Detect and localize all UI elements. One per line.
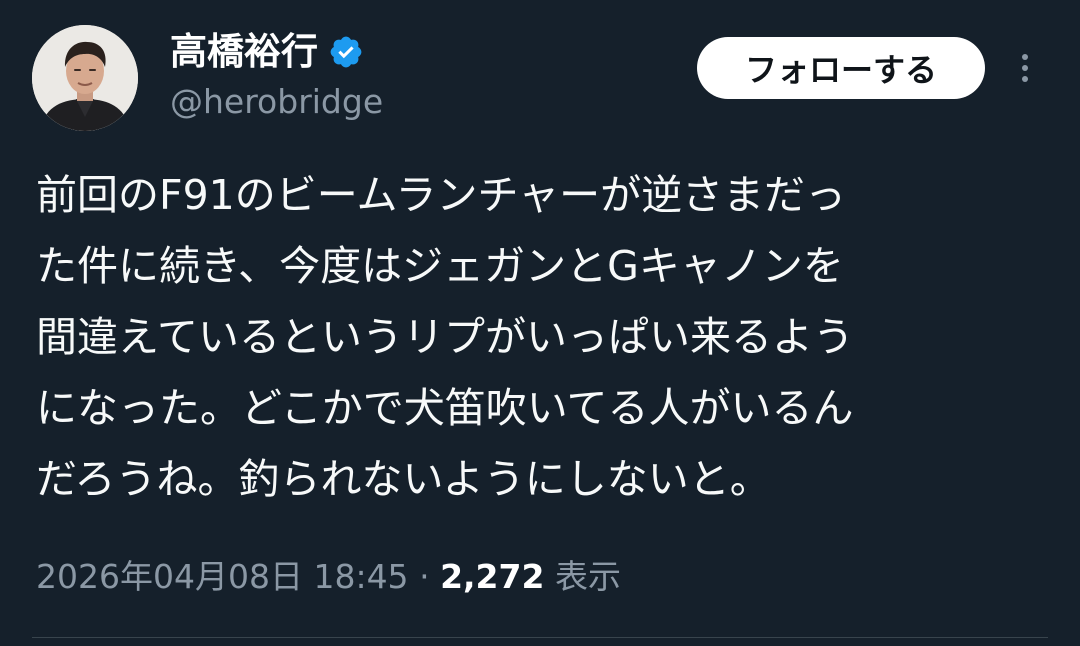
meta-separator: · xyxy=(419,557,430,596)
tweet-text-line: た件に続き、今度はジェガンとGキャノンを xyxy=(36,242,844,290)
user-avatar-photo xyxy=(32,25,138,131)
more-vertical-icon[interactable] xyxy=(1010,48,1040,88)
views-count[interactable]: 2,272 xyxy=(440,557,544,596)
tweet-text-line: になった。どこかで犬笛吹いてる人がいるん xyxy=(36,384,854,432)
tweet-text-line: 間違えているというリプがいっぱい来るよう xyxy=(36,313,854,361)
tweet-card: 高橋裕行 @herobridge フォローする 前回のF91のビームランチャーが… xyxy=(0,0,1080,646)
verified-badge-icon[interactable] xyxy=(328,34,364,70)
author-display-name[interactable]: 高橋裕行 xyxy=(170,30,318,74)
views-label: 表示 xyxy=(554,557,621,596)
avatar[interactable] xyxy=(32,25,138,131)
author-handle[interactable]: @herobridge xyxy=(170,82,383,122)
tweet-text-line: 前回のF91のビームランチャーが逆さまだっ xyxy=(36,171,847,219)
tweet-text-line: だろうね。釣られないようにしないと。 xyxy=(36,455,771,503)
tweet-timestamp[interactable]: 2026年04月08日 18:45 xyxy=(36,557,409,596)
tweet-meta: 2026年04月08日 18:45 · 2,272 表示 xyxy=(36,555,621,599)
author-name-row[interactable]: 高橋裕行 xyxy=(170,30,364,74)
divider xyxy=(32,637,1048,638)
tweet-text: 前回のF91のビームランチャーが逆さまだっ た件に続き、今度はジェガンとGキャノ… xyxy=(36,160,1046,515)
follow-button[interactable]: フォローする xyxy=(697,37,985,99)
